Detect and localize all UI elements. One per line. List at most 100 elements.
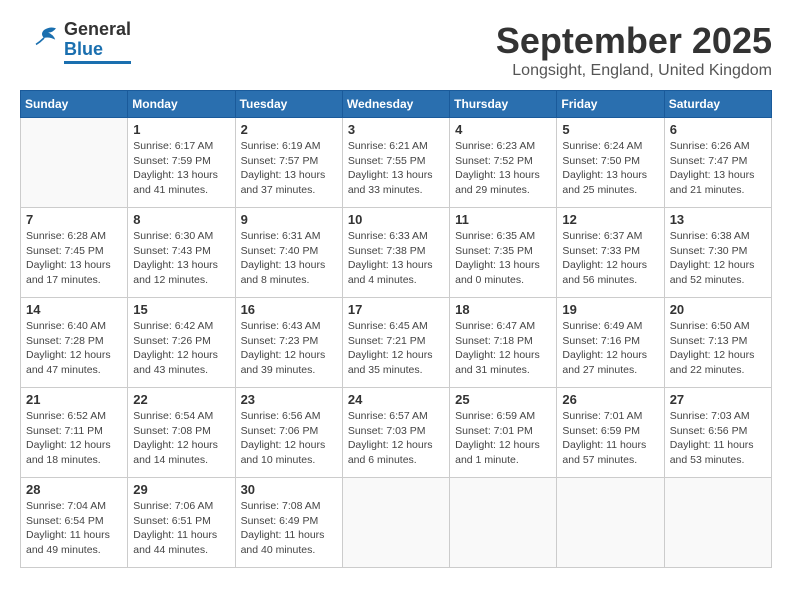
day-number: 27 (670, 392, 766, 407)
calendar-cell: 28Sunrise: 7:04 AMSunset: 6:54 PMDayligh… (21, 478, 128, 568)
weekday-header: Saturday (664, 91, 771, 118)
calendar-cell: 21 Sunrise: 6:52 AMSunset: 7:11 PMDayligh… (21, 388, 128, 478)
day-number: 20 (670, 302, 766, 317)
calendar-cell: 25 Sunrise: 6:59 AMSunset: 7:01 PMDayligh… (450, 388, 557, 478)
day-number: 1 (133, 122, 229, 137)
day-info: Sunrise: 6:50 AMSunset: 7:13 PMDaylight:… (670, 319, 766, 378)
calendar-cell: 22 Sunrise: 6:54 AMSunset: 7:08 PMDayligh… (128, 388, 235, 478)
day-number: 11 (455, 212, 551, 227)
calendar-header-row: SundayMondayTuesdayWednesdayThursdayFrid… (21, 91, 772, 118)
day-number: 7 (26, 212, 122, 227)
day-info: Sunrise: 6:21 AMSunset: 7:55 PMDaylight:… (348, 139, 444, 198)
day-info: Sunrise: 6:40 AMSunset: 7:28 PMDaylight:… (26, 319, 122, 378)
day-info: Sunrise: 6:45 AMSunset: 7:21 PMDaylight:… (348, 319, 444, 378)
logo: General Blue (20, 20, 131, 64)
day-number: 15 (133, 302, 229, 317)
day-info: Sunrise: 7:03 AMSunset: 6:56 PMDaylight:… (670, 409, 766, 468)
day-number: 30 (241, 482, 337, 497)
day-number: 5 (562, 122, 658, 137)
day-info: Sunrise: 6:56 AMSunset: 7:06 PMDaylight:… (241, 409, 337, 468)
day-info: Sunrise: 6:30 AMSunset: 7:43 PMDaylight:… (133, 229, 229, 288)
day-number: 13 (670, 212, 766, 227)
page-header: General Blue September 2025 Longsight, E… (20, 20, 772, 80)
logo-underline (64, 61, 131, 64)
day-number: 4 (455, 122, 551, 137)
day-number: 10 (348, 212, 444, 227)
calendar-cell (664, 478, 771, 568)
day-info: Sunrise: 6:19 AMSunset: 7:57 PMDaylight:… (241, 139, 337, 198)
calendar-cell: 3Sunrise: 6:21 AMSunset: 7:55 PMDaylight… (342, 118, 449, 208)
weekday-header: Thursday (450, 91, 557, 118)
weekday-header: Wednesday (342, 91, 449, 118)
calendar-cell: 24 Sunrise: 6:57 AMSunset: 7:03 PMDayligh… (342, 388, 449, 478)
calendar-cell (21, 118, 128, 208)
day-number: 24 (348, 392, 444, 407)
calendar-cell: 12Sunrise: 6:37 AMSunset: 7:33 PMDayligh… (557, 208, 664, 298)
weekday-header: Sunday (21, 91, 128, 118)
calendar-cell: 5Sunrise: 6:24 AMSunset: 7:50 PMDaylight… (557, 118, 664, 208)
logo-general-text: General (64, 19, 131, 39)
day-info: Sunrise: 7:06 AMSunset: 6:51 PMDaylight:… (133, 499, 229, 558)
calendar-cell: 9Sunrise: 6:31 AMSunset: 7:40 PMDaylight… (235, 208, 342, 298)
calendar-cell: 4 Sunrise: 6:23 AMSunset: 7:52 PMDaylight… (450, 118, 557, 208)
day-info: Sunrise: 6:17 AMSunset: 7:59 PMDaylight:… (133, 139, 229, 198)
day-info: Sunrise: 6:35 AMSunset: 7:35 PMDaylight:… (455, 229, 551, 288)
day-info: Sunrise: 6:43 AMSunset: 7:23 PMDaylight:… (241, 319, 337, 378)
calendar-cell: 10 Sunrise: 6:33 AMSunset: 7:38 PMDayligh… (342, 208, 449, 298)
day-number: 29 (133, 482, 229, 497)
day-info: Sunrise: 6:23 AMSunset: 7:52 PMDaylight:… (455, 139, 551, 198)
day-number: 14 (26, 302, 122, 317)
calendar-week-row: 21 Sunrise: 6:52 AMSunset: 7:11 PMDayligh… (21, 388, 772, 478)
day-number: 2 (241, 122, 337, 137)
weekday-header: Monday (128, 91, 235, 118)
day-info: Sunrise: 6:33 AMSunset: 7:38 PMDaylight:… (348, 229, 444, 288)
day-number: 21 (26, 392, 122, 407)
day-info: Sunrise: 6:42 AMSunset: 7:26 PMDaylight:… (133, 319, 229, 378)
calendar-week-row: 14 Sunrise: 6:40 AMSunset: 7:28 PMDayligh… (21, 298, 772, 388)
calendar-cell: 8Sunrise: 6:30 AMSunset: 7:43 PMDaylight… (128, 208, 235, 298)
day-number: 22 (133, 392, 229, 407)
calendar-cell: 13Sunrise: 6:38 AMSunset: 7:30 PMDayligh… (664, 208, 771, 298)
calendar-cell: 11 Sunrise: 6:35 AMSunset: 7:35 PMDayligh… (450, 208, 557, 298)
day-info: Sunrise: 6:59 AMSunset: 7:01 PMDaylight:… (455, 409, 551, 468)
day-number: 28 (26, 482, 122, 497)
logo-blue-text: Blue (64, 39, 103, 59)
logo-text: General Blue (64, 20, 131, 64)
calendar-cell: 30 Sunrise: 7:08 AMSunset: 6:49 PMDayligh… (235, 478, 342, 568)
calendar-cell: 2 Sunrise: 6:19 AMSunset: 7:57 PMDaylight… (235, 118, 342, 208)
day-info: Sunrise: 7:01 AMSunset: 6:59 PMDaylight:… (562, 409, 658, 468)
calendar-cell: 23Sunrise: 6:56 AMSunset: 7:06 PMDayligh… (235, 388, 342, 478)
day-number: 6 (670, 122, 766, 137)
day-number: 18 (455, 302, 551, 317)
calendar-cell: 27 Sunrise: 7:03 AMSunset: 6:56 PMDayligh… (664, 388, 771, 478)
calendar-cell (450, 478, 557, 568)
day-number: 9 (241, 212, 337, 227)
calendar-cell: 16 Sunrise: 6:43 AMSunset: 7:23 PMDayligh… (235, 298, 342, 388)
day-number: 19 (562, 302, 658, 317)
day-info: Sunrise: 6:57 AMSunset: 7:03 PMDaylight:… (348, 409, 444, 468)
logo-icon (20, 22, 60, 62)
calendar-cell: 1 Sunrise: 6:17 AMSunset: 7:59 PMDaylight… (128, 118, 235, 208)
calendar-cell: 19Sunrise: 6:49 AMSunset: 7:16 PMDayligh… (557, 298, 664, 388)
day-number: 25 (455, 392, 551, 407)
calendar-cell: 6 Sunrise: 6:26 AMSunset: 7:47 PMDaylight… (664, 118, 771, 208)
title-block: September 2025 Longsight, England, Unite… (496, 20, 772, 80)
day-info: Sunrise: 6:52 AMSunset: 7:11 PMDaylight:… (26, 409, 122, 468)
month-title: September 2025 (496, 20, 772, 62)
day-number: 16 (241, 302, 337, 317)
day-info: Sunrise: 6:54 AMSunset: 7:08 PMDaylight:… (133, 409, 229, 468)
calendar-cell (557, 478, 664, 568)
calendar-week-row: 1 Sunrise: 6:17 AMSunset: 7:59 PMDaylight… (21, 118, 772, 208)
calendar-cell: 14 Sunrise: 6:40 AMSunset: 7:28 PMDayligh… (21, 298, 128, 388)
weekday-header: Friday (557, 91, 664, 118)
calendar-cell: 26Sunrise: 7:01 AMSunset: 6:59 PMDayligh… (557, 388, 664, 478)
day-number: 17 (348, 302, 444, 317)
day-info: Sunrise: 6:26 AMSunset: 7:47 PMDaylight:… (670, 139, 766, 198)
day-info: Sunrise: 6:47 AMSunset: 7:18 PMDaylight:… (455, 319, 551, 378)
calendar-cell: 7 Sunrise: 6:28 AMSunset: 7:45 PMDaylight… (21, 208, 128, 298)
calendar-cell: 29 Sunrise: 7:06 AMSunset: 6:51 PMDayligh… (128, 478, 235, 568)
weekday-header: Tuesday (235, 91, 342, 118)
day-info: Sunrise: 7:08 AMSunset: 6:49 PMDaylight:… (241, 499, 337, 558)
location: Longsight, England, United Kingdom (496, 62, 772, 80)
day-info: Sunrise: 6:28 AMSunset: 7:45 PMDaylight:… (26, 229, 122, 288)
